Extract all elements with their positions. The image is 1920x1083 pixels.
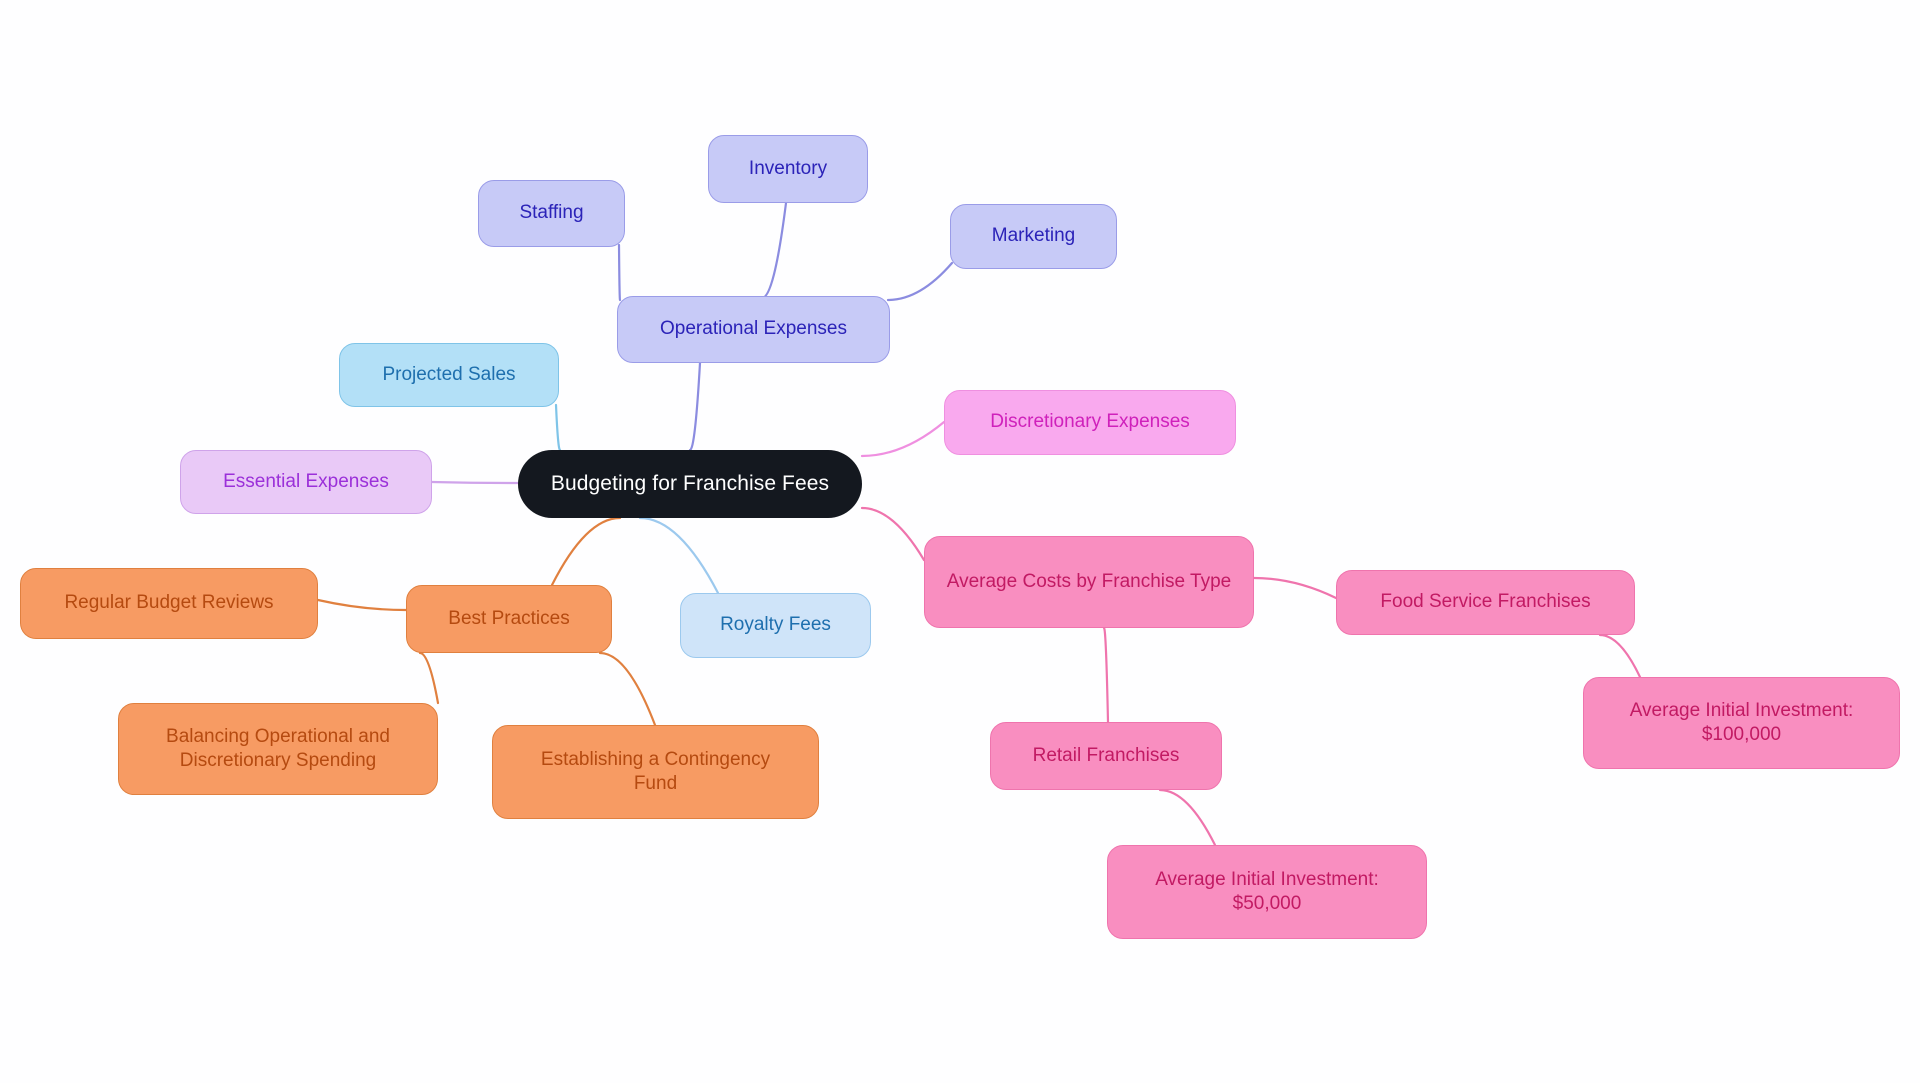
edge-root-average-costs	[860, 506, 926, 562]
node-label: Budgeting for Franchise Fees	[550, 471, 830, 495]
edge-retail-investment-edge	[1158, 788, 1217, 847]
node-label: Inventory	[748, 157, 828, 179]
node-projected-sales[interactable]: Projected Sales	[339, 343, 559, 407]
node-label: Royalty Fees	[720, 614, 831, 636]
node-label: Food Service Franchises	[1380, 591, 1591, 613]
mindmap-canvas: Budgeting for Franchise Fees Operational …	[0, 0, 1920, 1083]
node-essential-expenses[interactable]: Essential Expenses	[180, 450, 432, 514]
node-label: Marketing	[991, 225, 1076, 247]
node-label: Average Costs by Franchise Type	[946, 570, 1232, 592]
edge-operational-staffing	[617, 243, 622, 302]
node-label: Average Initial Investment: $50,000	[1155, 868, 1379, 914]
node-label: Average Initial Investment: $100,000	[1629, 699, 1854, 745]
node-average-costs[interactable]: Average Costs by Franchise Type	[924, 536, 1254, 628]
edge-root-discretionary	[860, 420, 946, 458]
node-label: Retail Franchises	[1032, 744, 1180, 766]
edge-root-royalty-fees	[638, 516, 720, 595]
node-food-service[interactable]: Food Service Franchises	[1336, 570, 1635, 635]
node-contingency-fund[interactable]: Establishing a Contingency Fund	[492, 725, 819, 819]
node-food-service-investment[interactable]: Average Initial Investment: $100,000	[1583, 677, 1900, 769]
node-royalty-fees[interactable]: Royalty Fees	[680, 593, 871, 658]
node-best-practices[interactable]: Best Practices	[406, 585, 612, 653]
edge-root-operational	[688, 361, 702, 452]
node-root[interactable]: Budgeting for Franchise Fees	[518, 450, 862, 518]
node-label: Projected Sales	[382, 363, 516, 385]
node-inventory[interactable]: Inventory	[708, 135, 868, 203]
node-retail-franchises[interactable]: Retail Franchises	[990, 722, 1222, 790]
node-retail-investment[interactable]: Average Initial Investment: $50,000	[1107, 845, 1427, 939]
node-label: Best Practices	[448, 607, 570, 629]
node-label: Balancing Operational and Discretionary …	[166, 725, 390, 771]
node-balancing-spending[interactable]: Balancing Operational and Discretionary …	[118, 703, 438, 795]
node-label: Regular Budget Reviews	[64, 592, 274, 614]
edge-food-investment	[1598, 633, 1642, 679]
edge-root-projected-sales	[554, 403, 562, 452]
node-label: Essential Expenses	[223, 470, 389, 492]
node-staffing[interactable]: Staffing	[478, 180, 625, 247]
node-marketing[interactable]: Marketing	[950, 204, 1117, 269]
edge-operational-marketing	[886, 261, 954, 302]
edge-average-costs-retail	[1102, 626, 1110, 724]
node-label: Establishing a Contingency Fund	[540, 748, 771, 794]
edge-root-essential	[430, 480, 520, 485]
node-discretionary-expenses[interactable]: Discretionary Expenses	[944, 390, 1236, 455]
node-operational-expenses[interactable]: Operational Expenses	[617, 296, 890, 363]
edge-best-regular-reviews	[316, 598, 408, 612]
node-label: Staffing	[519, 202, 584, 224]
edge-root-best-practices	[550, 516, 622, 587]
node-label: Discretionary Expenses	[990, 411, 1190, 433]
edge-best-balancing	[418, 651, 440, 705]
node-label: Operational Expenses	[660, 318, 847, 340]
node-regular-budget-reviews[interactable]: Regular Budget Reviews	[20, 568, 318, 639]
edge-best-contingency	[598, 651, 657, 727]
edge-operational-inventory	[760, 201, 788, 300]
edge-average-costs-food	[1252, 576, 1338, 600]
